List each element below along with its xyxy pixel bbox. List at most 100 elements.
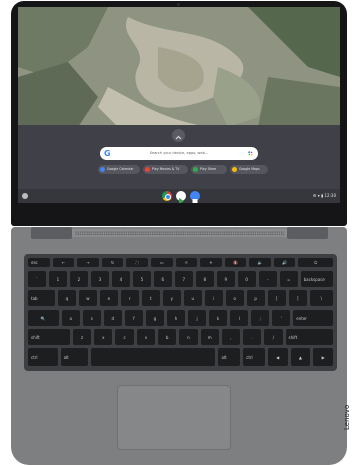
key[interactable]: ▶ <box>313 348 333 366</box>
key[interactable]: = <box>279 271 298 287</box>
key[interactable]: shift <box>285 329 333 345</box>
key[interactable] <box>91 348 216 366</box>
chrome-icon[interactable] <box>162 191 172 201</box>
key[interactable]: r <box>120 290 139 306</box>
key[interactable]: s <box>82 310 101 326</box>
key[interactable]: l <box>230 310 249 326</box>
key[interactable]: 8 <box>195 271 214 287</box>
key[interactable]: enter <box>293 310 333 326</box>
key[interactable]: u <box>183 290 202 306</box>
key[interactable]: esc <box>28 258 50 267</box>
key[interactable]: i <box>204 290 223 306</box>
key[interactable]: ` <box>28 271 46 287</box>
key-label: ▭ <box>159 260 164 265</box>
key[interactable]: o <box>225 290 244 306</box>
key[interactable]: 1 <box>48 271 67 287</box>
key[interactable]: c <box>115 329 134 345</box>
key[interactable]: g <box>145 310 164 326</box>
key[interactable]: 9 <box>216 271 235 287</box>
key[interactable]: x <box>94 329 113 345</box>
key[interactable]: → <box>77 258 99 267</box>
key[interactable]: shift <box>28 329 70 345</box>
key[interactable]: b <box>158 329 177 345</box>
key[interactable]: t <box>141 290 160 306</box>
key[interactable]: [ <box>267 290 286 306</box>
key[interactable]: f <box>124 310 143 326</box>
chip-google-maps[interactable]: Google Maps <box>230 165 268 174</box>
chip-label: Play Movies & TV <box>152 167 180 171</box>
key[interactable]: alt <box>60 348 89 366</box>
key[interactable]: q <box>57 290 76 306</box>
key[interactable]: ← <box>52 258 75 267</box>
launcher-button[interactable] <box>22 193 28 199</box>
key[interactable]: 7 <box>174 271 193 287</box>
expand-launcher-chevron-icon[interactable] <box>172 129 185 142</box>
chip-play-store[interactable]: Play Store <box>191 165 227 174</box>
key-label: i <box>213 295 215 301</box>
key[interactable]: backspace <box>300 271 333 287</box>
key[interactable]: ☀ <box>200 258 222 267</box>
key[interactable]: 2 <box>69 271 88 287</box>
key[interactable]: y <box>162 290 181 306</box>
key[interactable]: 5 <box>132 271 151 287</box>
key[interactable]: 🔉 <box>249 258 271 267</box>
key[interactable]: m <box>200 329 219 345</box>
key[interactable]: 🔇 <box>224 258 247 267</box>
key-label: 🔊 <box>282 260 288 265</box>
wallpaper <box>18 7 340 127</box>
chip-play-movies[interactable]: Play Movies & TV <box>143 165 188 174</box>
key[interactable]: 6 <box>153 271 172 287</box>
key[interactable]: e <box>99 290 118 306</box>
launcher-search-bar[interactable]: G Search your device, apps, web... <box>100 147 258 160</box>
key[interactable]: p <box>246 290 265 306</box>
key-label: ↻ <box>110 260 115 265</box>
key-label: h <box>174 315 178 321</box>
key[interactable]: ' <box>272 310 291 326</box>
key[interactable]: h <box>166 310 185 326</box>
key[interactable]: 0 <box>237 271 256 287</box>
key-label: ⛶ <box>135 260 139 265</box>
key[interactable]: . <box>243 329 262 345</box>
key[interactable]: ↻ <box>101 258 124 267</box>
key[interactable]: ] <box>288 290 307 306</box>
key[interactable]: z <box>72 329 92 345</box>
key[interactable]: , <box>221 329 241 345</box>
chip-google-calendar[interactable]: Google Calendar <box>98 165 140 174</box>
key[interactable]: 3 <box>90 271 109 287</box>
key[interactable]: ⏻ <box>298 258 333 267</box>
key[interactable]: ctrl <box>28 348 58 366</box>
key[interactable]: ; <box>251 310 270 326</box>
key[interactable]: ▲ <box>290 348 311 366</box>
key[interactable]: / <box>264 329 283 345</box>
key[interactable]: a <box>61 310 80 326</box>
key[interactable]: alt <box>218 348 241 366</box>
chromeos-screen: G Search your device, apps, web... Googl… <box>18 7 340 203</box>
touchpad[interactable] <box>117 385 231 450</box>
key[interactable]: d <box>103 310 122 326</box>
key[interactable]: - <box>258 271 277 287</box>
key[interactable]: ◀ <box>267 348 288 366</box>
key[interactable]: tab <box>28 290 55 306</box>
key[interactable]: v <box>136 329 155 345</box>
key-label: u <box>191 295 195 301</box>
files-icon[interactable] <box>190 191 200 203</box>
key[interactable]: 🔍 <box>28 310 59 326</box>
play-store-icon[interactable] <box>176 191 186 203</box>
key-label: 5 <box>140 276 144 282</box>
key[interactable]: \ <box>309 290 333 306</box>
key[interactable]: k <box>209 310 228 326</box>
status-tray[interactable]: ⚙ ▾ ▮ 12:30 <box>313 192 336 200</box>
key[interactable]: n <box>179 329 198 345</box>
key[interactable]: j <box>188 310 207 326</box>
key[interactable]: w <box>78 290 97 306</box>
key-label: t <box>150 295 152 301</box>
hinge-right <box>287 227 328 239</box>
key-label: r <box>129 295 131 301</box>
key[interactable]: 4 <box>111 271 130 287</box>
key[interactable]: ctrl <box>243 348 265 366</box>
key[interactable]: ☼ <box>175 258 198 267</box>
assistant-icon[interactable] <box>248 151 253 156</box>
key[interactable]: 🔊 <box>273 258 296 267</box>
key[interactable]: ⛶ <box>126 258 148 267</box>
key[interactable]: ▭ <box>150 258 173 267</box>
